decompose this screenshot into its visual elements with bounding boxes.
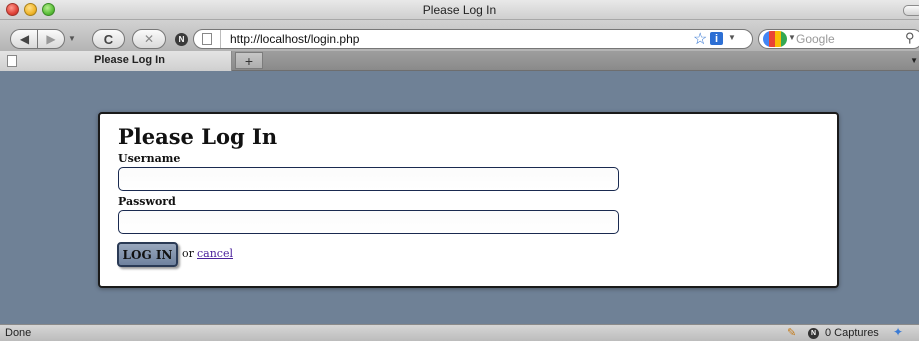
url-divider [220,30,221,48]
forward-icon: ▶ [46,32,56,46]
tab-label: Please Log In [94,54,165,66]
search-engine-icon[interactable] [763,31,787,47]
back-icon: ◀ [19,32,30,46]
url-text[interactable]: http://localhost/login.php [230,32,359,46]
back-button[interactable]: ◀ [10,29,38,49]
url-dropdown-icon[interactable]: ▼ [728,33,736,42]
password-field[interactable] [118,210,619,234]
search-icon[interactable]: ⚲ [905,30,915,46]
list-all-tabs-icon[interactable]: ▼ [910,56,918,65]
history-dropdown-icon[interactable]: ▼ [68,34,76,43]
forward-button[interactable]: ▶ [37,29,65,49]
login-button[interactable]: LOG IN [117,242,178,267]
username-label: Username [118,152,181,165]
tab-strip: Please Log In + ▼ [0,51,919,71]
window-title: Please Log In [422,3,497,17]
reload-icon: C [103,31,114,47]
login-form: Please Log In Username Password LOG IN o… [98,112,839,288]
page-favicon-icon [202,33,212,45]
stop-button[interactable]: ✕ [132,29,166,49]
reload-button[interactable]: C [92,29,125,49]
status-bar: Done ✎ N 0 Captures ✦ [0,324,919,341]
cancel-link[interactable]: cancel [197,247,233,260]
tab-favicon-icon [7,55,17,67]
page-content: Please Log In Username Password LOG IN o… [0,71,919,324]
or-text: or [182,247,194,260]
search-engine-dropdown-icon[interactable]: ▼ [788,33,796,42]
window-title-bar: Please Log In [0,0,919,20]
page-title: Please Log In [118,124,278,149]
url-bar[interactable]: http://localhost/login.php ☆ i ▼ [193,29,753,49]
captures-count[interactable]: 0 Captures [825,327,879,339]
navigation-toolbar: ◀ ▶ ▼ C ✕ N http://localhost/login.php ☆… [0,20,919,51]
site-info-icon[interactable]: i [710,32,723,45]
search-bar[interactable]: ▼ Google ⚲ [758,29,919,49]
noscript-status-icon[interactable]: N [808,328,819,339]
status-text: Done [5,327,32,339]
bookmark-star-icon[interactable]: ☆ [693,29,707,49]
username-field[interactable] [118,167,619,191]
search-input[interactable]: Google [796,32,835,46]
password-label: Password [118,195,176,208]
tab-please-log-in[interactable]: Please Log In [0,51,232,71]
noscript-icon[interactable]: N [175,33,188,46]
addon-icon[interactable]: ✦ [893,325,903,339]
web-developer-icon[interactable]: ✎ [787,326,796,339]
stop-icon: ✕ [143,32,155,46]
toolbar-toggle-button[interactable] [903,5,919,16]
new-tab-button[interactable]: + [235,52,263,69]
